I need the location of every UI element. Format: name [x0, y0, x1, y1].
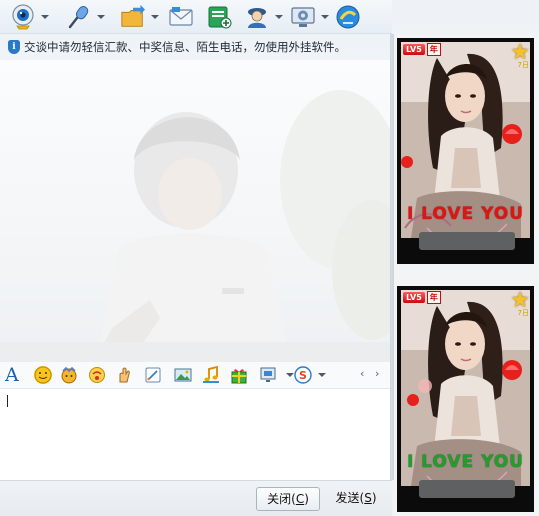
send-button[interactable]: 发送(S) [326, 487, 386, 511]
message-input[interactable] [0, 388, 390, 480]
vip-level-badge: LV5 年 [403, 290, 441, 304]
note-icon[interactable] [144, 366, 162, 384]
emoticon-icon[interactable] [34, 366, 52, 384]
send-email-button[interactable] [168, 3, 194, 31]
vip-level-badge: LV5 年 [403, 42, 441, 56]
chevron-down-icon[interactable] [151, 15, 159, 19]
chevron-down-icon[interactable] [286, 373, 294, 377]
level-label: LV5 [403, 43, 425, 55]
nickname-bar [419, 232, 515, 250]
toolbar-prev-arrow[interactable]: ‹ [360, 367, 364, 380]
user-manage-icon [244, 4, 270, 30]
close-hotkey: C [295, 492, 305, 506]
sogou-icon[interactable]: S [294, 366, 312, 384]
svg-text:S: S [299, 369, 307, 382]
group-add-icon [206, 4, 232, 30]
send-file-button[interactable] [120, 3, 159, 31]
more-apps-button[interactable] [335, 3, 361, 31]
remote-desktop-icon [290, 4, 316, 30]
screenshot-icon[interactable] [260, 366, 278, 384]
microphone-icon [66, 4, 92, 30]
year-badge: 年 [426, 290, 441, 304]
envelope-icon [168, 4, 194, 30]
chevron-down-icon[interactable] [318, 373, 326, 377]
input-toolbar: A S ‹ › [0, 362, 392, 388]
remote-assist-button[interactable] [290, 3, 329, 31]
doodle-icon[interactable] [88, 366, 106, 384]
webcam-icon [10, 4, 36, 30]
level-label: LV5 [403, 291, 425, 303]
app-menu-button[interactable] [244, 3, 283, 31]
chat-background-image [0, 60, 392, 362]
close-button[interactable]: 关闭(C) [256, 487, 320, 511]
contact-show-card[interactable]: LV5 年 ★ 7日 I LOVE YOU [397, 38, 534, 264]
chevron-down-icon[interactable] [97, 15, 105, 19]
folder-transfer-icon [120, 4, 146, 30]
send-button-label: 发送 [335, 491, 360, 505]
font-icon[interactable]: A [5, 364, 19, 386]
shield-info-icon: i [8, 40, 20, 54]
text-cursor [7, 395, 8, 407]
show-slogan: I LOVE YOU [406, 452, 525, 472]
profile-show-pane: LV5 年 ★ 7日 I LOVE YOU LV5 年 ★ 7日 I LOVE … [394, 34, 539, 516]
security-notice: i 交谈中请勿轻信汇款、中奖信息、陌生电话，勿使用外挂软件。 [8, 39, 346, 55]
toolbar-next-arrow[interactable]: › [375, 367, 379, 380]
gift-icon[interactable] [230, 366, 248, 384]
hand-wave-icon[interactable] [116, 366, 134, 384]
main-toolbar [0, 0, 392, 34]
nickname-bar [419, 480, 515, 498]
close-button-label: 关闭 [267, 492, 292, 506]
chevron-down-icon[interactable] [41, 15, 49, 19]
create-group-button[interactable] [206, 3, 232, 31]
action-bar: 关闭(C) 发送(S) [0, 480, 392, 516]
music-icon[interactable] [202, 366, 220, 384]
send-hotkey: S [364, 491, 372, 505]
security-notice-text: 交谈中请勿轻信汇款、中奖信息、陌生电话，勿使用外挂软件。 [24, 40, 346, 54]
chevron-down-icon[interactable] [275, 15, 283, 19]
magic-face-icon[interactable] [60, 366, 78, 384]
show-slogan: I LOVE YOU [406, 204, 525, 224]
picture-icon[interactable] [174, 366, 192, 384]
star-days-label: 7日 [517, 309, 529, 317]
star-days-label: 7日 [517, 61, 529, 69]
my-show-image [401, 290, 530, 496]
chevron-down-icon[interactable] [321, 15, 329, 19]
my-show-card[interactable]: LV5 年 ★ 7日 I LOVE YOU [397, 286, 534, 512]
voice-chat-button[interactable] [66, 3, 105, 31]
video-chat-button[interactable] [10, 3, 49, 31]
app-launcher-icon [335, 4, 361, 30]
contact-show-image [401, 42, 530, 248]
year-badge: 年 [426, 42, 441, 56]
message-history[interactable] [0, 60, 392, 362]
